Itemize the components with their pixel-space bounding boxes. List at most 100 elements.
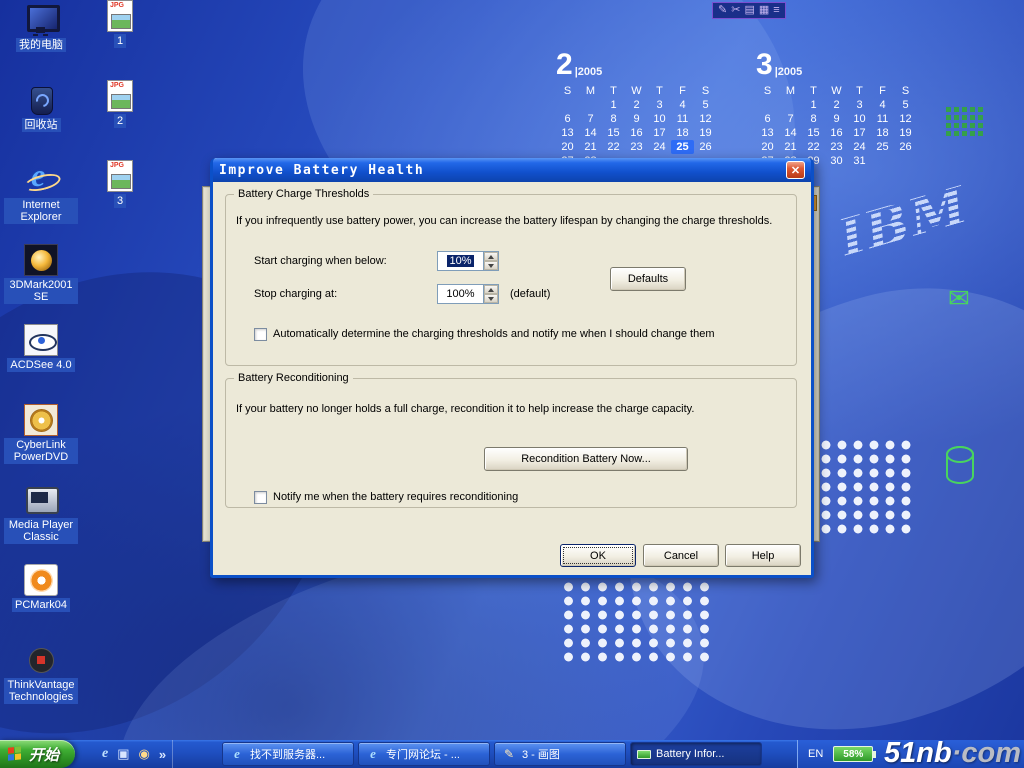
defaults-button[interactable]: Defaults [610, 267, 686, 291]
internet-explorer-quicklaunch-icon[interactable]: e [102, 746, 108, 762]
desktop-icon-label: 回收站 [22, 118, 61, 132]
desktop-shortcut-jpg[interactable]: 2 [107, 80, 133, 149]
ok-button[interactable]: OK [560, 544, 636, 567]
task-label: Battery Infor... [656, 748, 724, 760]
calendar-day-header: T [848, 84, 871, 98]
taskbar-task[interactable]: e找不到服务器... [222, 742, 354, 766]
desktop-shortcut-mpc[interactable]: Media Player Classic [4, 484, 78, 553]
notify-reconditioning-checkbox[interactable] [254, 491, 267, 504]
calendar-title: 3|2005 [756, 52, 917, 78]
watermark-suffix: ·com [952, 737, 1021, 768]
taskbar-task[interactable]: e专门网论坛 - ... [358, 742, 490, 766]
media-player-classic-icon [24, 484, 58, 516]
calendar-day: 16 [625, 126, 648, 140]
desktop-shortcut-ie[interactable]: Internet Explorer [4, 164, 78, 233]
notify-reconditioning-label: Notify me when the battery requires reco… [273, 491, 518, 503]
language-indicator[interactable]: EN [808, 748, 823, 760]
taskbar-task[interactable]: ✎3 - 画图 [494, 742, 626, 766]
desktop-column-1: 我的电脑回收站 Internet Explorer 3DMark2001 SE ACD… [4, 4, 78, 713]
calendar-day: 31 [848, 154, 871, 168]
calendar-day-header: M [779, 84, 802, 98]
grid-icon[interactable]: ▦ [759, 3, 769, 18]
show-desktop-icon[interactable]: ▣ [117, 746, 129, 762]
3dmark2001-icon [24, 244, 58, 276]
stop-spinner-up-button[interactable] [484, 285, 498, 294]
desktop-shortcut-jpg[interactable]: 1 [107, 0, 133, 69]
desktop-icon-label: 3 [114, 194, 126, 208]
recondition-battery-button[interactable]: Recondition Battery Now... [484, 447, 688, 471]
stop-default-note: (default) [510, 288, 550, 300]
list-icon[interactable]: ≡ [773, 3, 779, 18]
auto-determine-checkbox[interactable] [254, 328, 267, 341]
start-button[interactable]: 开始 [0, 740, 75, 768]
calendar-day-header: F [671, 84, 694, 98]
calendar-day: 18 [671, 126, 694, 140]
calendar-day: 7 [579, 112, 602, 126]
calendar-day: 25 [871, 140, 894, 154]
reconditioning-description: If your battery no longer holds a full c… [236, 403, 786, 415]
start-spinner-up-button[interactable] [484, 252, 498, 261]
watermark-brand: 51nb [884, 737, 952, 768]
dialog-title: Improve Battery Health [219, 163, 424, 178]
calendar-day: 8 [602, 112, 625, 126]
calendar-day: 22 [602, 140, 625, 154]
calendar-day: 9 [825, 112, 848, 126]
desktop-icon-label: Media Player Classic [4, 518, 78, 544]
calendar-day: 17 [648, 126, 671, 140]
calendar-day: 14 [779, 126, 802, 140]
taskbar-task[interactable]: Battery Infor... [630, 742, 762, 766]
dialog-title-bar[interactable]: Improve Battery Health ✕ [213, 158, 811, 182]
calendar-day: 5 [894, 98, 917, 112]
internet-explorer-icon [24, 164, 58, 196]
arrow-up-icon [488, 255, 494, 259]
desktop-icon-label: 2 [114, 114, 126, 128]
desktop-shortcut-threedmark[interactable]: 3DMark2001 SE [4, 244, 78, 313]
stop-charging-spinner[interactable]: 100% [437, 284, 499, 304]
cancel-button[interactable]: Cancel [643, 544, 719, 567]
desktop-shortcut-jpg[interactable]: 3 [107, 160, 133, 229]
scissors-icon[interactable]: ✂ [731, 3, 740, 18]
help-button[interactable]: Help [725, 544, 801, 567]
calendar-day-header: T [648, 84, 671, 98]
pen-icon[interactable]: ✎ [718, 3, 727, 18]
calendar-day-header: F [871, 84, 894, 98]
start-charging-label: Start charging when below: [254, 255, 387, 267]
start-spinner-down-button[interactable] [484, 261, 498, 270]
notify-reconditioning-row: Notify me when the battery requires reco… [254, 491, 518, 504]
desktop-shortcut-pcmark[interactable]: PCMark04 [12, 564, 70, 633]
stop-spinner-down-button[interactable] [484, 294, 498, 303]
calendar-day: 10 [848, 112, 871, 126]
desktop-shortcut-recycle[interactable]: 回收站 [22, 84, 61, 153]
calendar-day: 9 [625, 112, 648, 126]
desktop-column-2: 1 2 3 [88, 0, 152, 229]
grid-decoration-icon [946, 106, 984, 136]
start-charging-field[interactable]: 10% [438, 252, 483, 270]
wallpaper-calendar-march: 3|2005SMTWTFS123456789101112131415161718… [756, 52, 917, 168]
calendar-day: 23 [825, 140, 848, 154]
desktop-icon-label: Internet Explorer [4, 198, 78, 224]
calendar-day: 2 [825, 98, 848, 112]
battery-tray-icon[interactable]: 58% [833, 746, 873, 762]
calendar-day: 11 [871, 112, 894, 126]
improve-battery-health-dialog: Improve Battery Health ✕ Battery Charge … [210, 158, 814, 578]
calendar-day-header: M [579, 84, 602, 98]
calendar-day: 19 [694, 126, 717, 140]
close-button[interactable]: ✕ [786, 161, 805, 179]
desktop-shortcut-computer[interactable]: 我的电脑 [16, 4, 66, 73]
keyboard-icon[interactable]: ▤ [744, 3, 754, 18]
calendar-day-header: S [694, 84, 717, 98]
calendar-day: 12 [894, 112, 917, 126]
windows-logo-icon [8, 746, 23, 762]
close-icon: ✕ [791, 164, 800, 177]
desktop-icon-label: 1 [114, 34, 126, 48]
desktop-shortcut-powerdvd[interactable]: CyberLink PowerDVD [4, 404, 78, 473]
stop-charging-value[interactable]: 100% [438, 285, 483, 303]
desktop-shortcut-thinkvantage[interactable]: ThinkVantage Technologies [4, 644, 78, 713]
quick-launch-overflow-chevron[interactable]: » [159, 747, 166, 762]
jpg-file-icon [107, 0, 133, 32]
desktop-shortcut-acdsee[interactable]: ACDSee 4.0 [7, 324, 74, 393]
media-player-quicklaunch-icon[interactable]: ◉ [139, 746, 150, 762]
arrow-up-icon [488, 288, 494, 292]
calendar-day: 8 [802, 112, 825, 126]
start-charging-spinner[interactable]: 10% [437, 251, 499, 271]
